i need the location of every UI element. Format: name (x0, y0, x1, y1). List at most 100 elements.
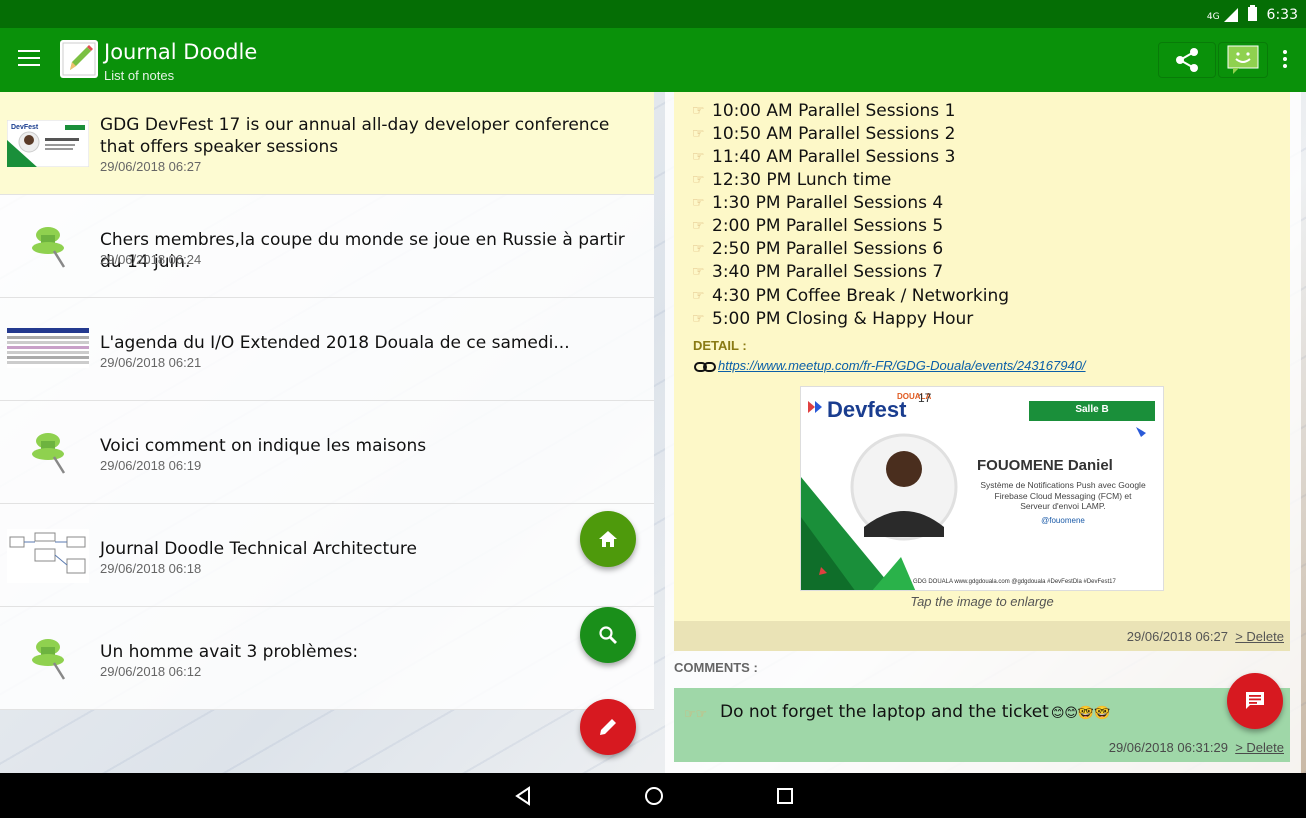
event-link[interactable]: https://www.meetup.com/fr-FR/GDG-Douala/… (718, 358, 1086, 373)
devfest-poster-thumb: DevFest (6, 119, 90, 168)
schedule-text: 10:00 AM Parallel Sessions 1 (712, 101, 956, 121)
agenda-table-thumb (7, 328, 89, 368)
delete-comment-link[interactable]: > Delete (1235, 740, 1284, 755)
comments-button[interactable] (1218, 42, 1268, 78)
pointing-hand-icon: ☞ (692, 218, 705, 234)
app-subtitle: List of notes (104, 68, 175, 83)
pointing-hand-icon: ☞ (692, 149, 705, 165)
system-nav-bar (0, 773, 1306, 818)
pencil-icon (600, 719, 616, 735)
note-detail-date: 29/06/2018 06:27 (1126, 629, 1228, 644)
share-button[interactable] (1158, 42, 1216, 78)
note-date: 29/06/2018 06:12 (100, 664, 202, 679)
app-bar: Journal Doodle List of notes (0, 28, 1306, 92)
schedule-text: 10:50 AM Parallel Sessions 2 (712, 124, 956, 144)
poster-speaker: FOUOMENE Daniel (977, 457, 1113, 474)
edit-fab[interactable] (580, 699, 636, 755)
pointing-hand-icon: ☞ (692, 172, 705, 188)
pointing-hand-icon: ☞ (692, 126, 705, 142)
schedule-item: ☞ 4:30 PM Coffee Break / Networking (692, 286, 1009, 306)
poster-handle: @fouomene (1041, 516, 1085, 525)
schedule-item: ☞ 12:30 PM Lunch time (692, 170, 891, 190)
notes-list: DevFest GDG DevFest 17 is our annual all… (0, 92, 654, 711)
smiley-chat-icon (1227, 45, 1259, 74)
pointing-hand-icon: ☞ (692, 103, 705, 119)
comment-icon (1246, 692, 1264, 709)
event-poster-image[interactable]: Devfest DOUALA 17 Salle B FOUOMENE Danie… (800, 386, 1164, 591)
note-item[interactable]: Voici comment on indique les maisons 29/… (0, 401, 654, 504)
detail-label: DETAIL : (693, 338, 747, 353)
schedule-item: ☞ 3:40 PM Parallel Sessions 7 (692, 262, 943, 282)
home-icon (599, 531, 617, 547)
pointing-hand-icon: ☞ (692, 241, 705, 257)
poster-talk: Système de Notifications Push avec Googl… (980, 480, 1146, 511)
poster-brand: Devfest (827, 397, 906, 423)
note-title: L'agenda du I/O Extended 2018 Douala de … (100, 333, 570, 353)
schedule-item: ☞ 11:40 AM Parallel Sessions 3 (692, 147, 955, 167)
poster-footer: GDG DOUALA www.gdgdouala.com @gdgdouala … (913, 579, 1116, 585)
link-icon (694, 362, 716, 372)
note-date: 29/06/2018 06:24 (100, 252, 202, 267)
schedule-item: ☞ 1:30 PM Parallel Sessions 4 (692, 193, 943, 213)
comment-text: Do not forget the laptop and the ticket (720, 702, 1049, 722)
note-detail-card: ☞ 10:00 AM Parallel Sessions 1 ☞ 10:50 AM … (674, 92, 1290, 650)
pointing-hands-icon: ☞☞ (684, 706, 708, 721)
pushpin-icon (28, 633, 68, 683)
schedule-item: ☞ 2:00 PM Parallel Sessions 5 (692, 216, 943, 236)
architecture-diagram-thumb (7, 529, 89, 583)
comments-label: COMMENTS : (674, 660, 758, 675)
pushpin-icon (28, 427, 68, 477)
home-fab[interactable] (580, 511, 636, 567)
note-title: Journal Doodle Technical Architecture (100, 539, 418, 559)
pushpin-icon (28, 221, 68, 271)
delete-note-link[interactable]: > Delete (1235, 629, 1284, 644)
note-item[interactable]: Journal Doodle Technical Architecture 29… (0, 504, 654, 607)
add-comment-fab[interactable] (1227, 673, 1283, 729)
battery-icon (1247, 5, 1257, 25)
note-title: Voici comment on indique les maisons (100, 436, 427, 456)
recents-icon[interactable] (774, 785, 796, 807)
schedule-text: 1:30 PM Parallel Sessions 4 (712, 193, 944, 213)
search-icon (599, 626, 617, 644)
comment-date: 29/06/2018 06:31:29 (1108, 740, 1228, 755)
menu-icon[interactable] (18, 50, 40, 68)
schedule-item: ☞ 5:00 PM Closing & Happy Hour (692, 309, 973, 329)
note-date: 29/06/2018 06:18 (100, 561, 202, 576)
schedule-text: 4:30 PM Coffee Break / Networking (712, 286, 1010, 306)
pointing-hand-icon: ☞ (692, 264, 705, 280)
note-title: GDG DevFest 17 is our annual all-day dev… (100, 115, 610, 157)
svg-text:DevFest: DevFest (11, 124, 39, 131)
network-signal-icon: 4G (1207, 8, 1238, 22)
note-item[interactable]: Chers membres,la coupe du monde se joue … (0, 195, 654, 298)
comment-text-line: Do not forget the laptop and the ticket 😊… (720, 702, 1110, 722)
poster-brand-year: 17 (918, 391, 932, 405)
note-item[interactable]: L'agenda du I/O Extended 2018 Douala de … (0, 298, 654, 401)
app-title: Journal Doodle (104, 40, 258, 64)
comment-emojis: 😊😊🤓🤓 (1050, 706, 1111, 721)
poster-brand-text: Devfest (827, 397, 907, 422)
image-caption: Tap the image to enlarge (910, 594, 1054, 609)
home-nav-icon[interactable] (643, 785, 665, 807)
share-icon (1176, 48, 1198, 72)
overflow-menu-icon[interactable] (1278, 50, 1292, 72)
schedule-text: 11:40 AM Parallel Sessions 3 (712, 147, 956, 167)
search-fab[interactable] (580, 607, 636, 663)
pointing-hand-icon: ☞ (692, 195, 705, 211)
note-date: 29/06/2018 06:27 (100, 159, 202, 174)
note-footer: 29/06/2018 06:27 > Delete (674, 621, 1290, 651)
note-title: Un homme avait 3 problèmes: (100, 642, 359, 662)
note-date: 29/06/2018 06:19 (100, 458, 202, 473)
comment-item: ☞☞ Do not forget the laptop and the tick… (674, 688, 1290, 762)
note-item[interactable]: DevFest GDG DevFest 17 is our annual all… (0, 92, 654, 195)
schedule-text: 12:30 PM Lunch time (712, 170, 892, 190)
schedule-text: 2:00 PM Parallel Sessions 5 (712, 216, 944, 236)
note-item[interactable]: Un homme avait 3 problèmes: 29/06/2018 0… (0, 607, 654, 710)
schedule-item: ☞ 2:50 PM Parallel Sessions 6 (692, 239, 943, 259)
app-logo-icon (60, 40, 98, 78)
schedule-text: 5:00 PM Closing & Happy Hour (712, 309, 974, 329)
schedule-item: ☞ 10:50 AM Parallel Sessions 2 (692, 124, 955, 144)
pointing-hand-icon: ☞ (692, 288, 705, 304)
schedule-text: 2:50 PM Parallel Sessions 6 (712, 239, 944, 259)
note-detail-panel: ☞ 10:00 AM Parallel Sessions 1 ☞ 10:50 AM … (665, 92, 1301, 773)
back-icon[interactable] (512, 785, 534, 807)
